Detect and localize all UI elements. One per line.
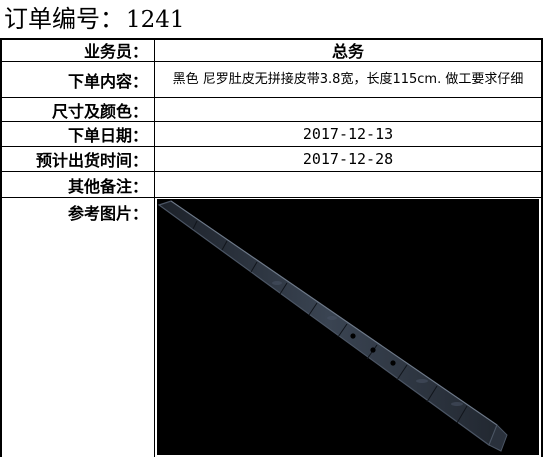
order-title-label: 订单编号： <box>4 5 124 33</box>
ship-date-label: 预计出货时间： <box>35 151 148 170</box>
belt-photo <box>157 199 539 455</box>
order-content-label: 下单内容： <box>67 71 148 91</box>
order-date-value: 2017-12-13 <box>302 125 394 143</box>
reference-image-label: 参考图片： <box>67 204 148 222</box>
salesperson-label: 业务员： <box>83 42 148 61</box>
size-color-label: 尺寸及颜色： <box>51 101 148 121</box>
order-title: 订单编号：1241 <box>0 0 545 38</box>
order-date-label: 下单日期： <box>67 126 148 145</box>
size-color-value <box>155 98 541 121</box>
order-sheet: 订单编号：1241 业务员： 总务 下单内容： 黑色 尼罗肚皮无拼接皮带3.8宽… <box>0 0 545 457</box>
order-number: 1241 <box>126 7 185 33</box>
order-content-value: 黑色 尼罗肚皮无拼接皮带3.8宽，长度115cm. 做工要求仔细 <box>172 72 524 87</box>
salesperson-value: 总务 <box>331 42 364 61</box>
belt-photo-icon <box>157 200 508 452</box>
ship-date-value: 2017-12-28 <box>302 150 394 168</box>
notes-label: 其他备注： <box>67 176 148 196</box>
table-border-right <box>541 38 543 457</box>
notes-value <box>155 172 541 197</box>
